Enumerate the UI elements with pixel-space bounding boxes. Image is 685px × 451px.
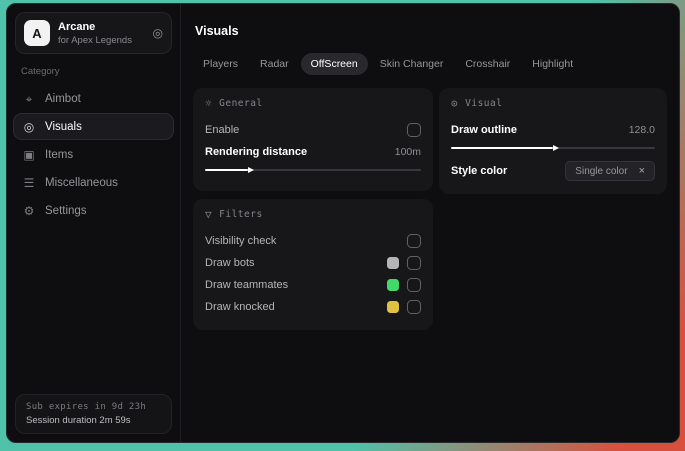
sidebar-item-aimbot[interactable]: ⌖ Aimbot [13, 85, 174, 112]
visibility-check-label: Visibility check [205, 235, 277, 247]
session-duration-text: Session duration 2m 59s [26, 415, 131, 426]
filters-card-title: Filters [219, 209, 263, 220]
crosshair-icon: ⌖ [25, 91, 33, 106]
sidebar-item-label: Settings [45, 204, 87, 217]
tab-highlight[interactable]: Highlight [522, 53, 583, 75]
tab-bar: Players Radar OffScreen Skin Changer Cro… [193, 53, 667, 75]
tab-players[interactable]: Players [193, 53, 248, 75]
general-card-title: General [219, 98, 263, 109]
tab-radar[interactable]: Radar [250, 53, 299, 75]
sidebar-item-label: Visuals [45, 120, 82, 133]
tab-crosshair[interactable]: Crosshair [455, 53, 520, 75]
draw-bots-color-swatch[interactable] [387, 257, 399, 269]
visual-card: ⊙ Visual Draw outline 128.0 Style color … [439, 88, 667, 194]
rendering-distance-slider[interactable] [205, 164, 421, 176]
draw-knocked-label: Draw knocked [205, 301, 275, 313]
draw-teammates-row: Draw teammates [205, 274, 421, 296]
app-title-block: Arcane for Apex Legends [58, 21, 132, 46]
tab-offscreen[interactable]: OffScreen [300, 53, 368, 75]
general-card-header: ☼ General [205, 98, 421, 109]
app-logo: A [24, 20, 50, 46]
filters-card: ▽ Filters Visibility check Draw bots Dra… [193, 199, 433, 330]
rendering-distance-row: Rendering distance 100m [205, 141, 421, 163]
slider-thumb[interactable] [553, 145, 559, 151]
app-title: Arcane [58, 20, 96, 33]
style-color-row: Style color Single color × [451, 160, 655, 182]
eye-scan-icon: ◎ [23, 119, 35, 134]
draw-outline-row: Draw outline 128.0 [451, 119, 655, 141]
sidebar-item-label: Miscellaneous [45, 176, 118, 189]
general-card: ☼ General Enable Rendering distance 100m [193, 88, 433, 191]
sub-expires-text: Sub expires in 9d 23h [26, 402, 147, 412]
draw-knocked-row: Draw knocked [205, 296, 421, 318]
sidebar-item-settings[interactable]: ⚙ Settings [13, 197, 174, 224]
style-color-value: Single color [575, 165, 628, 177]
draw-bots-label: Draw bots [205, 257, 255, 269]
sidebar-item-label: Items [45, 148, 74, 161]
draw-teammates-label: Draw teammates [205, 279, 289, 291]
sidebar-item-items[interactable]: ▣ Items [13, 141, 174, 168]
sidebar: A Arcane for Apex Legends ◎ Category ⌖ A… [7, 4, 181, 442]
app-subtitle: for Apex Legends [58, 34, 132, 46]
style-color-label: Style color [451, 165, 508, 177]
enable-row: Enable [205, 119, 421, 141]
visibility-check-checkbox[interactable] [407, 234, 421, 248]
filters-card-header: ▽ Filters [205, 209, 421, 220]
visual-card-header: ⊙ Visual [451, 98, 655, 109]
eye-icon: ⊙ [451, 97, 459, 110]
enable-checkbox[interactable] [407, 123, 421, 137]
draw-knocked-checkbox[interactable] [407, 300, 421, 314]
rendering-distance-value: 100m [394, 146, 421, 158]
draw-bots-checkbox[interactable] [407, 256, 421, 270]
app-header-card: A Arcane for Apex Legends ◎ [15, 12, 172, 54]
style-color-select[interactable]: Single color × [565, 161, 655, 181]
draw-teammates-color-swatch[interactable] [387, 279, 399, 291]
main-panel: Visuals Players Radar OffScreen Skin Cha… [181, 4, 679, 442]
sidebar-item-visuals[interactable]: ◎ Visuals [13, 113, 174, 140]
app-window: A Arcane for Apex Legends ◎ Category ⌖ A… [6, 3, 680, 443]
slider-fill [205, 167, 255, 173]
close-icon[interactable]: × [639, 165, 645, 177]
slider-fill [451, 145, 559, 151]
visual-card-title: Visual [465, 98, 503, 109]
sun-icon: ☼ [205, 97, 213, 110]
visibility-check-row: Visibility check [205, 230, 421, 252]
rendering-distance-label: Rendering distance [205, 146, 308, 158]
tab-skin-changer[interactable]: Skin Changer [370, 53, 454, 75]
category-label: Category [21, 66, 60, 77]
draw-outline-value: 128.0 [628, 124, 655, 136]
sidebar-item-label: Aimbot [45, 92, 81, 105]
enable-label: Enable [205, 124, 240, 136]
draw-teammates-checkbox[interactable] [407, 278, 421, 292]
page-title: Visuals [195, 24, 239, 38]
subscription-info-card: Sub expires in 9d 23h Session duration 2… [15, 394, 172, 434]
sidebar-item-miscellaneous[interactable]: ☰ Miscellaneous [13, 169, 174, 196]
crosshair-icon[interactable]: ◎ [153, 27, 163, 39]
draw-outline-slider[interactable] [451, 142, 655, 154]
funnel-icon: ▽ [205, 208, 213, 221]
cube-icon: ▣ [23, 147, 35, 162]
draw-bots-row: Draw bots [205, 252, 421, 274]
draw-knocked-color-swatch[interactable] [387, 301, 399, 313]
gear-icon: ⚙ [23, 203, 35, 218]
sliders-icon: ☰ [23, 175, 35, 190]
slider-thumb[interactable] [248, 167, 255, 173]
draw-outline-label: Draw outline [451, 124, 518, 136]
